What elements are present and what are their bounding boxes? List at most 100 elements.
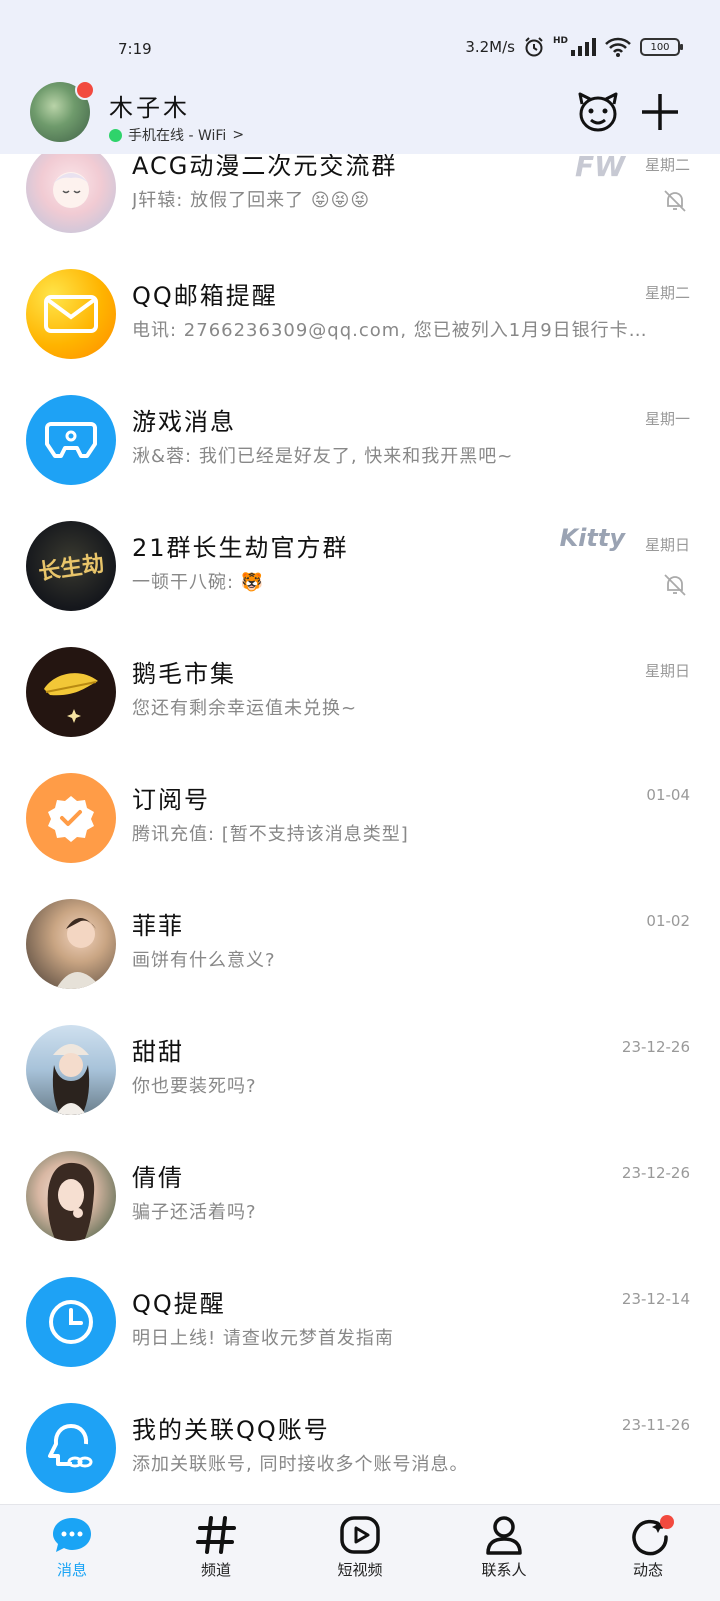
conversation-avatar (26, 647, 116, 737)
conversation-time: 01-02 (646, 912, 690, 930)
hd-label: HD (552, 36, 568, 46)
conversation-title: 倩倩 (132, 1164, 184, 1192)
conversation-avatar (26, 1403, 116, 1493)
conversation-time: 01-04 (646, 786, 690, 804)
conversation-message: 添加关联账号, 同时接收多个账号消息。 (132, 1454, 469, 1475)
cell-signal-icon (571, 38, 596, 56)
conversation-avatar: 长生劫 (26, 521, 116, 611)
portrait-photo-icon (47, 1162, 95, 1241)
battery-icon: 100 (640, 38, 683, 56)
verified-badge-icon (48, 796, 94, 842)
header: 木子木 手机在线 - WiFi > (0, 80, 720, 154)
game-controller-icon (45, 422, 97, 458)
flag-fw: FW (574, 154, 625, 183)
conversation-message: 明日上线! 请查收元梦首发指南 (132, 1328, 394, 1349)
conversation-title: 菲菲 (132, 912, 184, 940)
bottom-tab-bar: 消息 频道 短视频 联系人 动态 (0, 1504, 720, 1601)
tab-contacts[interactable]: 联系人 (454, 1513, 554, 1580)
conversation-avatar (26, 773, 116, 863)
conversation-avatar (26, 269, 116, 359)
linked-account-icon (48, 1424, 93, 1468)
mute-bell-icon (664, 190, 686, 212)
conversation-item[interactable]: QQ提醒 明日上线! 请查收元梦首发指南 23-12-14 (0, 1254, 720, 1380)
conversation-time: 星期日 (644, 536, 690, 554)
conversation-message: 腾讯充值: [暂不支持该消息类型] (132, 824, 409, 845)
conversation-item[interactable]: 甜甜 你也要装死吗? 23-12-26 (0, 1002, 720, 1128)
group-logo: 长生劫 (36, 550, 106, 586)
mute-bell-icon (664, 574, 686, 596)
mail-icon (44, 295, 98, 333)
conversation-item[interactable]: 订阅号 腾讯充值: [暂不支持该消息类型] 01-04 (0, 750, 720, 876)
online-dot-icon (109, 128, 122, 142)
conversation-title: 订阅号 (132, 786, 210, 814)
conversation-message: 一顿干八碗: 🐯 (132, 572, 265, 593)
conversation-title: 我的关联QQ账号 (132, 1416, 330, 1444)
conversation-message: 湫&蓉: 我们已经是好友了, 快来和我开黑吧~ (132, 446, 514, 467)
conversation-avatar (26, 899, 116, 989)
status-bar: 7:19 3.2M/s HD 100 (0, 0, 720, 80)
conversation-message: 骗子还活着吗? (132, 1202, 257, 1223)
flag-kitty: Kitty (559, 524, 625, 552)
conversation-title: 21群长生劫官方群 (132, 534, 349, 562)
tab-moments[interactable]: 动态 (598, 1513, 698, 1580)
conversation-time: 23-12-26 (621, 1038, 690, 1056)
conversation-item[interactable]: 我的关联QQ账号 添加关联账号, 同时接收多个账号消息。 23-11-26 (0, 1380, 720, 1506)
conversation-message: 您还有剩余幸运值未兑换~ (132, 698, 358, 719)
tab-label: 动态 (632, 1561, 663, 1579)
online-status[interactable]: 手机在线 - WiFi > (109, 125, 244, 145)
chevron-right-icon: > (232, 127, 245, 143)
conversation-message: 电讯: 2766236309@qq.com, 您已被列入1月9日银行卡的… (132, 320, 652, 341)
conversation-message: 画饼有什么意义? (132, 950, 276, 971)
portrait-photo-icon (56, 918, 102, 989)
conversation-message: 你也要装死吗? (132, 1076, 257, 1097)
conversation-avatar (26, 1151, 116, 1241)
user-name[interactable]: 木子木 (109, 88, 190, 123)
conversation-time: 23-12-26 (621, 1164, 690, 1182)
conversation-avatar (26, 395, 116, 485)
conversation-time: 23-12-14 (621, 1290, 690, 1308)
wifi-icon (605, 37, 631, 57)
conversation-title: QQ邮箱提醒 (132, 282, 278, 310)
anime-girl-icon (51, 172, 91, 208)
conversation-avatar (26, 154, 116, 233)
person-icon (486, 1516, 522, 1555)
mascot-icon[interactable] (576, 90, 620, 134)
conversation-message: J轩辕: 放假了回来了 😝😝😝 (132, 190, 371, 211)
tab-channels[interactable]: 频道 (166, 1513, 266, 1580)
tab-label: 消息 (56, 1561, 87, 1579)
conversation-title: QQ提醒 (132, 1290, 226, 1318)
feather-icon (44, 673, 98, 723)
network-speed: 3.2M/s (465, 38, 515, 56)
tab-short-video[interactable]: 短视频 (310, 1513, 410, 1580)
conversation-time: 星期二 (644, 284, 690, 302)
tab-label: 频道 (200, 1561, 231, 1579)
conversation-avatar (26, 1025, 116, 1115)
alarm-icon (525, 37, 543, 57)
conversation-item[interactable]: 菲菲 画饼有什么意义? 01-02 (0, 876, 720, 1002)
battery-level: 100 (650, 41, 670, 53)
tab-messages[interactable]: 消息 (22, 1513, 122, 1580)
conversation-list: ACG动漫二次元交流群 J轩辕: 放假了回来了 😝😝😝 FW 星期二 QQ邮箱提… (0, 154, 720, 1506)
hash-icon (196, 1516, 236, 1554)
plus-icon[interactable] (638, 90, 682, 134)
conversation-item[interactable]: 游戏消息 湫&蓉: 我们已经是好友了, 快来和我开黑吧~ 星期一 (0, 372, 720, 498)
status-time: 7:19 (118, 40, 152, 58)
message-bubble-icon (53, 1518, 91, 1552)
conversation-item[interactable]: 长生劫 21群长生劫官方群 一顿干八碗: 🐯 Kitty 星期日 (0, 498, 720, 624)
conversation-time: 星期二 (644, 156, 690, 174)
conversation-item[interactable]: ACG动漫二次元交流群 J轩辕: 放假了回来了 😝😝😝 FW 星期二 (0, 154, 720, 246)
conversation-item[interactable]: 鹅毛市集 您还有剩余幸运值未兑换~ 星期日 (0, 624, 720, 750)
conversation-item[interactable]: QQ邮箱提醒 电讯: 2766236309@qq.com, 您已被列入1月9日银… (0, 246, 720, 372)
conversation-title: 甜甜 (132, 1038, 184, 1066)
conversation-title: ACG动漫二次元交流群 (132, 154, 398, 180)
conversation-time: 星期日 (644, 662, 690, 680)
conversation-avatar (26, 1277, 116, 1367)
portrait-photo-icon (52, 1044, 90, 1115)
conversation-title: 鹅毛市集 (132, 660, 236, 688)
online-status-text: 手机在线 - WiFi (128, 128, 227, 144)
conversation-time: 23-11-26 (621, 1416, 690, 1434)
clock-icon (49, 1300, 93, 1344)
conversation-item[interactable]: 倩倩 骗子还活着吗? 23-12-26 (0, 1128, 720, 1254)
avatar-badge (75, 80, 95, 100)
notification-dot (660, 1515, 674, 1529)
